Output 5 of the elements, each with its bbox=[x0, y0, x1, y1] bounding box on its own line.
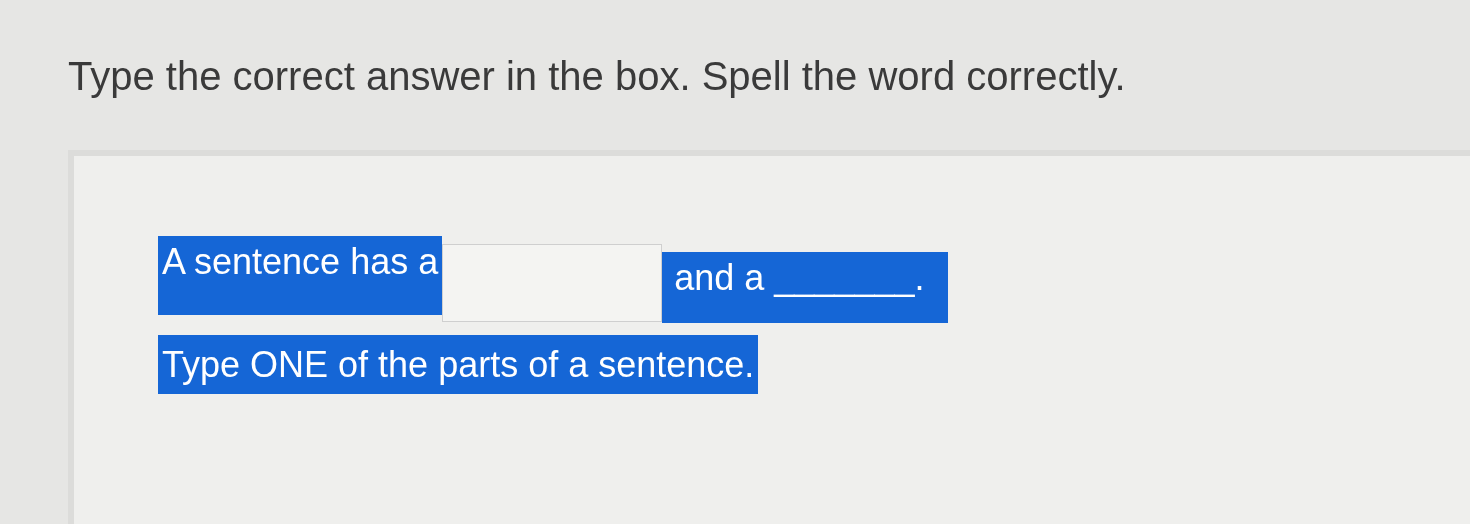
sentence-text: and a _______. bbox=[662, 252, 949, 324]
hint-text: Type ONE of the parts of a sentence. bbox=[158, 335, 759, 395]
instruction-text: Type the correct answer in the box. Spell the word correctly. bbox=[68, 53, 1126, 100]
sentence-text: A sentence has a bbox=[158, 236, 443, 316]
answer-box[interactable] bbox=[442, 244, 663, 322]
